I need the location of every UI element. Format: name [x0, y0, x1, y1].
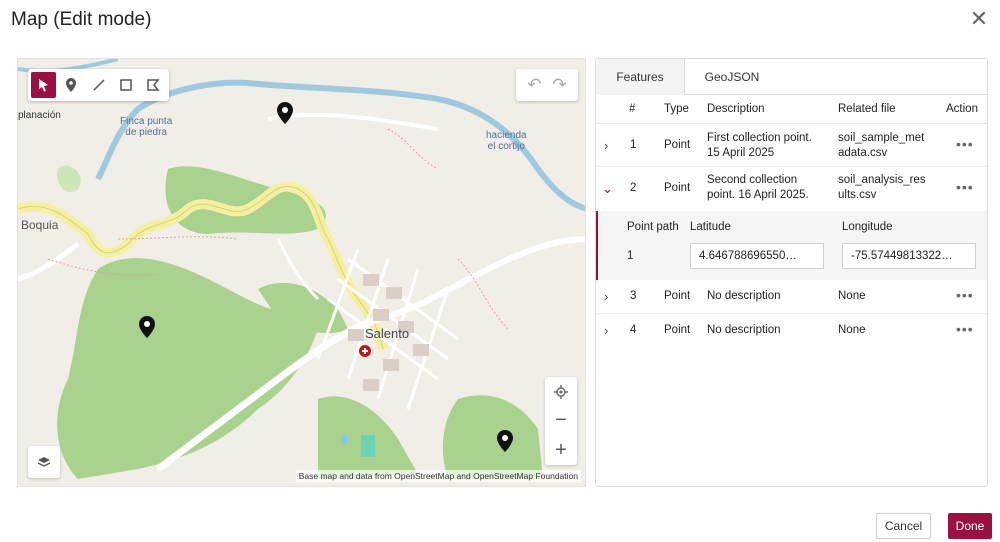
table-header: # Type Description Related file Action: [596, 96, 987, 124]
more-actions-icon[interactable]: •••: [956, 321, 974, 337]
row-description: Second collection point. 16 April 2025.: [707, 174, 809, 201]
col-related-file: Related file: [838, 103, 896, 115]
chevron-right-icon[interactable]: ›: [604, 323, 608, 338]
table-row[interactable]: › 1 Point First collection point. 15 Apr…: [596, 124, 987, 167]
rectangle-icon[interactable]: [113, 72, 138, 98]
row-num: 1: [630, 139, 637, 151]
col-num: #: [629, 103, 636, 115]
detail-lat-header: Latitude: [690, 221, 731, 233]
more-actions-icon[interactable]: •••: [956, 287, 974, 303]
label-salento: Salento: [365, 326, 410, 341]
detail-path-value: 1: [627, 250, 634, 262]
point-icon[interactable]: [58, 72, 83, 98]
row-type: Point: [664, 290, 691, 302]
panel-tabs: Features GeoJSON: [596, 59, 987, 95]
row-description: First collection point. 15 April 2025: [707, 132, 812, 159]
features-panel: Features GeoJSON # Type Description Rela…: [595, 58, 988, 487]
redo-icon[interactable]: ↷: [552, 75, 566, 95]
marker-2[interactable]: [139, 316, 155, 338]
row-num: 2: [630, 182, 637, 194]
more-actions-icon[interactable]: •••: [956, 136, 974, 152]
polygon-icon[interactable]: [141, 72, 166, 98]
label-planacion: planación: [18, 110, 61, 121]
dialog-title: Map (Edit mode): [11, 9, 152, 30]
row-related-file: None: [838, 290, 866, 302]
close-icon[interactable]: ✕: [968, 8, 990, 30]
detail-path-header: Point path: [627, 221, 679, 233]
tab-features[interactable]: Features: [596, 59, 685, 95]
marker-1[interactable]: [277, 102, 293, 124]
row-num: 3: [630, 290, 637, 302]
row-type: Point: [664, 139, 691, 151]
col-action: Action: [946, 103, 978, 115]
tab-geojson[interactable]: GeoJSON: [692, 59, 772, 95]
col-description: Description: [707, 103, 765, 115]
layers-icon[interactable]: [28, 446, 60, 478]
locate-icon[interactable]: [545, 378, 577, 406]
chevron-right-icon[interactable]: ›: [604, 289, 608, 304]
row-type: Point: [664, 182, 691, 194]
map-canvas[interactable]: planación Finca punta de piedra hacienda…: [17, 58, 586, 487]
point-detail: Point path Latitude Longitude 1: [596, 211, 987, 280]
zoom-in-button[interactable]: +: [545, 436, 577, 464]
undo-icon[interactable]: ↶: [527, 75, 541, 95]
label-hacienda: hacienda el cortijo: [486, 130, 527, 152]
label-finca: Finca punta de piedra: [120, 116, 173, 138]
draw-toolbar: [28, 69, 169, 101]
longitude-input[interactable]: [842, 243, 976, 269]
marker-3[interactable]: [497, 430, 513, 452]
table-row[interactable]: › 3 Point No description None •••: [596, 280, 987, 314]
map-attribution: Base map and data from OpenStreetMap and…: [295, 470, 581, 482]
zoom-out-button[interactable]: −: [545, 407, 577, 435]
label-boquia: Boquia: [21, 218, 59, 232]
line-icon[interactable]: [86, 72, 111, 98]
detail-lon-header: Longitude: [842, 221, 893, 233]
row-description: No description: [707, 324, 781, 336]
latitude-input[interactable]: [690, 243, 824, 269]
row-num: 4: [630, 324, 637, 336]
base-map: [18, 59, 585, 479]
zoom-controls: − +: [545, 377, 577, 465]
col-type: Type: [664, 103, 689, 115]
row-related-file: soil_analysis_res ults.csv: [838, 174, 926, 201]
row-related-file: None: [838, 324, 866, 336]
done-button[interactable]: Done: [948, 513, 992, 539]
row-description: No description: [707, 290, 781, 302]
cancel-button[interactable]: Cancel: [876, 513, 931, 539]
table-row[interactable]: ⌄ 2 Point Second collection point. 16 Ap…: [596, 167, 987, 211]
row-type: Point: [664, 324, 691, 336]
chevron-right-icon[interactable]: ›: [604, 138, 608, 153]
chevron-down-icon[interactable]: ⌄: [602, 181, 613, 197]
undo-redo-bar: ↶ ↷: [516, 69, 578, 101]
more-actions-icon[interactable]: •••: [956, 179, 974, 195]
row-related-file: soil_sample_met adata.csv: [838, 132, 925, 159]
table-row[interactable]: › 4 Point No description None •••: [596, 314, 987, 348]
select-icon[interactable]: [31, 72, 57, 98]
